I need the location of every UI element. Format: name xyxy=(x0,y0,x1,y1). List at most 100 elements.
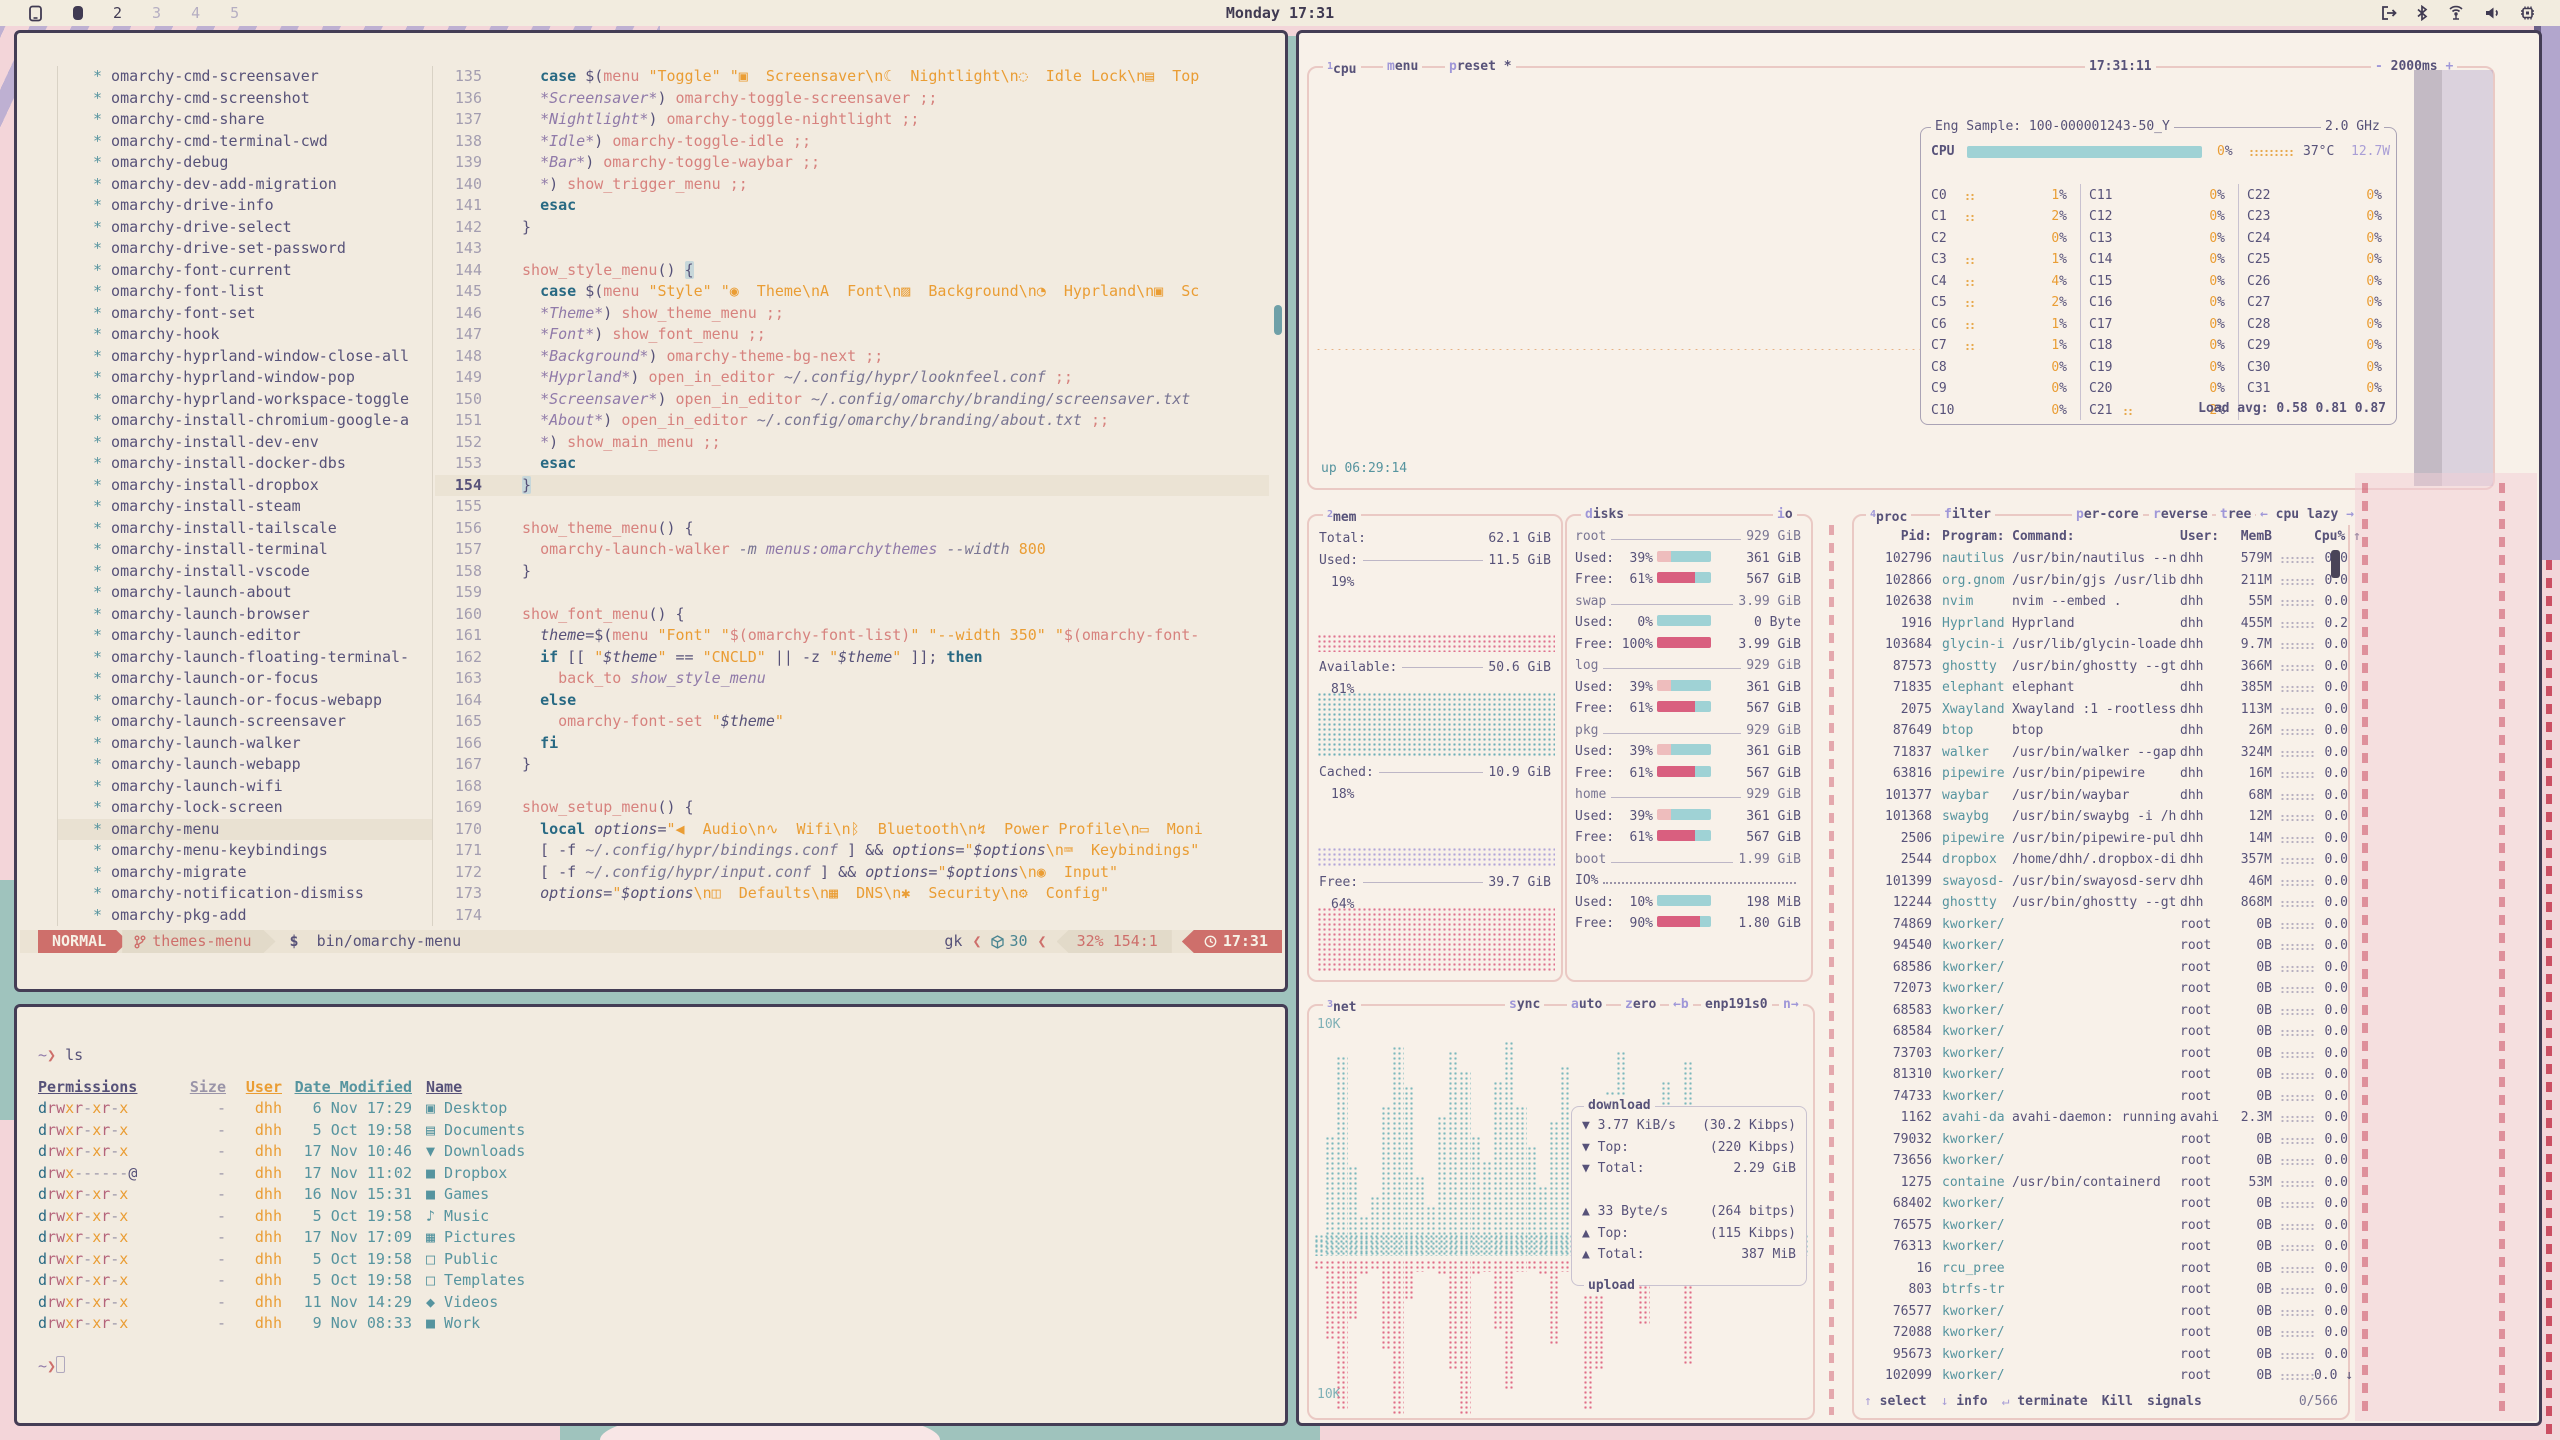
sync-button[interactable]: sync xyxy=(1505,994,1544,1015)
zero-button[interactable]: zero xyxy=(1621,994,1660,1015)
file-item[interactable]: * omarchy-pkg-add xyxy=(58,905,432,927)
tree-button[interactable]: tree xyxy=(2216,504,2255,525)
file-item[interactable]: * omarchy-launch-floating-terminal- xyxy=(58,647,432,669)
file-item[interactable]: * omarchy-migrate xyxy=(58,862,432,884)
info-action[interactable]: ↓ info xyxy=(1941,1391,1988,1413)
process-row[interactable]: 12244ghostty/usr/bin/ghostty --gtk-dhh86… xyxy=(1862,892,2348,914)
process-row[interactable]: 63816pipewire/usr/bin/pipewiredhh16M0.0 xyxy=(1862,763,2348,785)
file-item[interactable]: * omarchy-launch-about xyxy=(58,582,432,604)
file-item[interactable]: * omarchy-install-dropbox xyxy=(58,475,432,497)
file-item[interactable]: * omarchy-launch-wifi xyxy=(58,776,432,798)
process-row[interactable]: 101377waybar/usr/bin/waybardhh68M0.0 xyxy=(1862,785,2348,807)
editor-scrollbar[interactable] xyxy=(1274,305,1282,335)
file-item[interactable]: * omarchy-menu-keybindings xyxy=(58,840,432,862)
process-row[interactable]: 68584kworker/root0B0.0 xyxy=(1862,1021,2348,1043)
file-item[interactable]: * omarchy-cmd-share xyxy=(58,109,432,131)
file-item[interactable]: * omarchy-launch-browser xyxy=(58,604,432,626)
file-item[interactable]: * omarchy-drive-info xyxy=(58,195,432,217)
file-item[interactable]: * omarchy-hook xyxy=(58,324,432,346)
process-row[interactable]: 79032kworker/root0B0.0 xyxy=(1862,1129,2348,1151)
scratchpad-icon[interactable] xyxy=(28,5,43,22)
process-row[interactable]: 16rcu_preeroot0B0.0 xyxy=(1862,1258,2348,1280)
file-item[interactable]: * omarchy-launch-or-focus xyxy=(58,668,432,690)
cpu-icon[interactable] xyxy=(2519,5,2536,21)
file-item[interactable]: * omarchy-install-dev-env xyxy=(58,432,432,454)
workspace-2[interactable]: 2 xyxy=(113,4,122,22)
volume-icon[interactable] xyxy=(2484,5,2501,21)
file-item[interactable]: * omarchy-lock-screen xyxy=(58,797,432,819)
process-row[interactable]: 1275containe/usr/bin/containerdroot53M0.… xyxy=(1862,1172,2348,1194)
io-toggle[interactable]: io xyxy=(1773,504,1797,525)
process-row[interactable]: 72073kworker/root0B0.0 xyxy=(1862,978,2348,1000)
process-row[interactable]: 81310kworker/root0B0.0 xyxy=(1862,1064,2348,1086)
file-item[interactable]: * omarchy-font-set xyxy=(58,303,432,325)
filter-button[interactable]: filter xyxy=(1940,504,1995,525)
workspace-3[interactable]: 3 xyxy=(152,4,161,22)
file-item[interactable]: * omarchy-cmd-terminal-cwd xyxy=(58,131,432,153)
file-item[interactable]: * omarchy-font-list xyxy=(58,281,432,303)
file-item[interactable]: * omarchy-dev-add-migration xyxy=(58,174,432,196)
file-item[interactable]: * omarchy-cmd-screenshot xyxy=(58,88,432,110)
reverse-button[interactable]: reverse xyxy=(2149,504,2212,525)
logout-icon[interactable] xyxy=(2380,5,2398,21)
process-row[interactable]: 102099kworker/root0B0.0 ↓ xyxy=(1862,1365,2348,1387)
per-core-button[interactable]: per-core xyxy=(2072,504,2143,525)
workspace-5[interactable]: 5 xyxy=(230,4,239,22)
process-row[interactable]: 102796nautilus/usr/bin/nautilus --newdhh… xyxy=(1862,548,2348,570)
bluetooth-icon[interactable] xyxy=(2416,5,2428,21)
signals-action[interactable]: signals xyxy=(2147,1391,2202,1413)
process-row[interactable]: 1162avahi-daavahi-daemon: running [avahi… xyxy=(1862,1107,2348,1129)
file-item[interactable]: * omarchy-hyprland-workspace-toggle xyxy=(58,389,432,411)
process-row[interactable]: 102638nvimnvim --embed .dhh55M0.0 xyxy=(1862,591,2348,613)
file-item[interactable]: * omarchy-hyprland-window-pop xyxy=(58,367,432,389)
workspace-1-active-dot[interactable] xyxy=(73,6,83,20)
workspace-4[interactable]: 4 xyxy=(191,4,200,22)
process-row[interactable]: 94540kworker/root0B0.0 xyxy=(1862,935,2348,957)
file-item[interactable]: * omarchy-cmd-screensaver xyxy=(58,66,432,88)
process-row[interactable]: 68583kworker/root0B0.0 xyxy=(1862,1000,2348,1022)
cpu-sort-nav[interactable]: ← cpu lazy → xyxy=(2256,504,2358,525)
process-row[interactable]: 74869kworker/root0B0.0 xyxy=(1862,914,2348,936)
file-item[interactable]: * omarchy-install-terminal xyxy=(58,539,432,561)
process-row[interactable]: 76313kworker/root0B0.0 xyxy=(1862,1236,2348,1258)
file-item[interactable]: * omarchy-launch-webapp xyxy=(58,754,432,776)
file-item[interactable]: * omarchy-install-vscode xyxy=(58,561,432,583)
process-row[interactable]: 102866org.gnom/usr/bin/gjs /usr/lib/odhh… xyxy=(1862,570,2348,592)
menu-button[interactable]: menu xyxy=(1383,56,1422,77)
file-item[interactable]: * omarchy-install-chromium-google-a xyxy=(58,410,432,432)
file-item[interactable]: * omarchy-notification-dismiss xyxy=(58,883,432,905)
process-row[interactable]: 2544dropbox/home/dhh/.dropbox-distdhh357… xyxy=(1862,849,2348,871)
process-row[interactable]: 71835elephantelephantdhh385M0.0 xyxy=(1862,677,2348,699)
process-row[interactable]: 2075XwaylandXwayland :1 -rootless -dhh11… xyxy=(1862,699,2348,721)
process-row[interactable]: 68402kworker/root0B0.0 xyxy=(1862,1193,2348,1215)
auto-button[interactable]: auto xyxy=(1567,994,1606,1015)
iface-prev[interactable]: ←b xyxy=(1669,994,1693,1015)
process-row[interactable]: 2506pipewire/usr/bin/pipewire-pulsedhh14… xyxy=(1862,828,2348,850)
process-row[interactable]: 76575kworker/root0B0.0 xyxy=(1862,1215,2348,1237)
file-item[interactable]: * omarchy-menu xyxy=(58,819,432,841)
iface-next[interactable]: n→ xyxy=(1779,994,1803,1015)
file-item[interactable]: * omarchy-drive-select xyxy=(58,217,432,239)
file-item[interactable]: * omarchy-drive-set-password xyxy=(58,238,432,260)
process-row[interactable]: 76577kworker/root0B0.0 xyxy=(1862,1301,2348,1323)
preset-button[interactable]: preset * xyxy=(1445,56,1516,77)
process-row[interactable]: 73703kworker/root0B0.0 xyxy=(1862,1043,2348,1065)
process-row[interactable]: 71837walker/usr/bin/walker --gappldhh324… xyxy=(1862,742,2348,764)
process-row[interactable]: 95673kworker/root0B0.0 xyxy=(1862,1344,2348,1366)
file-item[interactable]: * omarchy-install-steam xyxy=(58,496,432,518)
Kill-action[interactable]: Kill xyxy=(2102,1391,2133,1413)
file-item[interactable]: * omarchy-launch-or-focus-webapp xyxy=(58,690,432,712)
file-item[interactable]: * omarchy-install-tailscale xyxy=(58,518,432,540)
file-item[interactable]: * omarchy-hyprland-window-close-all xyxy=(58,346,432,368)
file-item[interactable]: * omarchy-install-docker-dbs xyxy=(58,453,432,475)
file-item[interactable]: * omarchy-launch-walker xyxy=(58,733,432,755)
process-row[interactable]: 74733kworker/root0B0.0 xyxy=(1862,1086,2348,1108)
file-item[interactable]: * omarchy-launch-screensaver xyxy=(58,711,432,733)
process-row[interactable]: 101368swaybg/usr/bin/swaybg -i /homdhh12… xyxy=(1862,806,2348,828)
process-row[interactable]: 1916HyprlandHyprlanddhh455M0.2 xyxy=(1862,613,2348,635)
interval-control[interactable]: - 2000ms + xyxy=(2371,56,2457,77)
file-item[interactable]: * omarchy-launch-editor xyxy=(58,625,432,647)
process-row[interactable]: 72088kworker/root0B0.0 xyxy=(1862,1322,2348,1344)
prompt-line[interactable]: ~ ❯ xyxy=(38,1356,525,1378)
process-row[interactable]: 87649btopbtopdhh26M0.0 xyxy=(1862,720,2348,742)
